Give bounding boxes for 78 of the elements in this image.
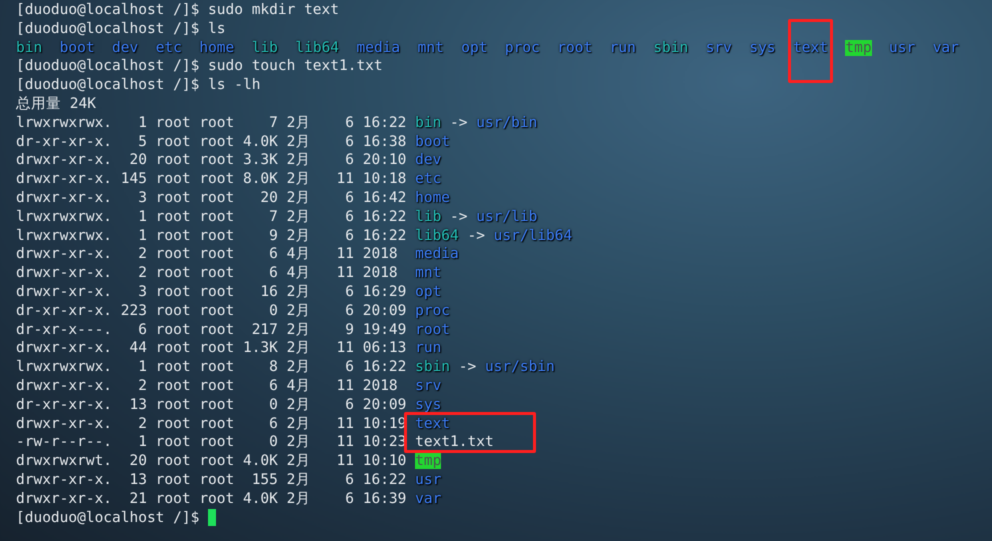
file-name: bin xyxy=(16,40,42,56)
file-name: opt xyxy=(415,284,442,300)
shell-prompt: [duoduo@localhost /]$ xyxy=(16,20,200,39)
file-name: lib xyxy=(252,40,278,56)
file-name: dev xyxy=(112,40,138,56)
shell-prompt: [duoduo@localhost /]$ xyxy=(16,76,200,95)
file-name: media xyxy=(415,246,459,262)
file-name: sys xyxy=(415,396,442,413)
file-name: run xyxy=(610,40,636,56)
file-name: boot xyxy=(415,134,450,150)
file-name: var xyxy=(932,40,959,56)
file-details: drwxr-xr-x. 21 root root 4.0K 2月 6 16:39 xyxy=(16,490,406,509)
file-details: drwxr-xr-x. 145 root root 8.0K 2月 11 10:18 xyxy=(16,170,406,189)
shell-prompt: [duoduo@localhost /]$ xyxy=(16,57,200,76)
file-name: sbin xyxy=(653,40,688,56)
file-details: drwxr-xr-x. 13 root root 155 2月 6 16:22 xyxy=(16,470,406,490)
file-name: bin xyxy=(415,114,442,131)
file-details: drwxr-xr-x. 44 root root 1.3K 2月 11 06:13 xyxy=(16,339,406,358)
file-details: drwxrwxrwt. 20 root root 4.0K 2月 11 10:10 xyxy=(16,452,406,471)
command-text: ls -lh xyxy=(208,76,260,95)
file-details: lrwxrwxrwx. 1 root root 7 2月 6 16:22 xyxy=(16,114,406,133)
file-name: tmp xyxy=(845,40,872,56)
file-name: home xyxy=(199,40,234,56)
command-text: sudo mkdir text xyxy=(208,1,339,20)
command-text: sudo touch text1.txt xyxy=(208,57,383,76)
file-name: srv xyxy=(706,40,732,56)
link-target: usr/bin xyxy=(476,114,538,131)
file-details: drwxr-xr-x. 2 root root 6 4月 11 2018 xyxy=(16,245,399,264)
shell-prompt: [duoduo@localhost /]$ xyxy=(16,1,200,20)
file-details: lrwxrwxrwx. 1 root root 8 2月 6 16:22 xyxy=(16,358,406,377)
file-name: text xyxy=(415,416,450,432)
link-target: usr/lib64 xyxy=(494,228,572,244)
file-name: lib64 xyxy=(295,40,340,56)
file-name: text1.txt xyxy=(415,434,494,450)
file-name: lib xyxy=(415,208,442,225)
file-name: usr xyxy=(415,472,442,488)
file-name: proc xyxy=(415,302,450,319)
symlink-arrow: -> xyxy=(467,228,485,244)
file-details: drwxr-xr-x. 3 root root 16 2月 6 16:29 xyxy=(16,282,406,302)
file-details: drwxr-xr-x. 2 root root 6 4月 11 2018 xyxy=(16,376,399,396)
file-details: dr-xr-x---. 6 root root 217 2月 9 19:49 xyxy=(16,320,406,340)
file-name: tmp xyxy=(415,453,442,470)
file-details: drwxr-xr-x. 3 root root 20 2月 6 16:42 xyxy=(16,188,406,208)
file-name: lib64 xyxy=(415,228,459,244)
file-name: etc xyxy=(156,40,182,56)
file-name: boot xyxy=(60,40,95,56)
file-name: sys xyxy=(749,40,776,56)
file-name: root xyxy=(557,40,592,56)
file-name: proc xyxy=(504,40,540,56)
symlink-arrow: -> xyxy=(458,359,476,376)
symlink-arrow: -> xyxy=(450,114,468,131)
file-details: dr-xr-xr-x. 13 root root 0 2月 6 20:09 xyxy=(16,396,406,415)
command-text: ls xyxy=(208,20,226,39)
file-name: media xyxy=(356,40,400,56)
link-target: usr/lib xyxy=(476,208,538,225)
file-name: text xyxy=(793,40,828,56)
file-name: sbin xyxy=(415,359,450,376)
shell-prompt: [duoduo@localhost /]$ xyxy=(16,508,200,528)
file-name: dev xyxy=(415,152,442,168)
file-details: drwxr-xr-x. 2 root root 6 4月 11 2018 xyxy=(16,264,399,283)
file-details: drwxr-xr-x. 20 root root 3.3K 2月 6 20:10 xyxy=(16,151,406,170)
file-name: etc xyxy=(415,171,442,188)
file-name: var xyxy=(415,490,442,507)
file-name: run xyxy=(415,340,442,356)
file-name: home xyxy=(415,190,450,206)
file-details: dr-xr-xr-x. 223 root root 0 2月 6 20:09 xyxy=(16,302,406,321)
file-name: opt xyxy=(461,40,488,56)
file-name: mnt xyxy=(415,265,442,282)
file-name: srv xyxy=(415,378,442,394)
file-details: dr-xr-xr-x. 5 root root 4.0K 2月 6 16:38 xyxy=(16,132,406,152)
link-target: usr/sbin xyxy=(484,359,555,376)
symlink-arrow: -> xyxy=(450,208,468,225)
file-name: mnt xyxy=(418,40,444,56)
file-details: lrwxrwxrwx. 1 root root 9 2月 6 16:22 xyxy=(16,226,406,246)
file-details: lrwxrwxrwx. 1 root root 7 2月 6 16:22 xyxy=(16,208,406,227)
total-size-text: 总用量 24K xyxy=(16,94,96,114)
file-name: usr xyxy=(889,40,916,56)
file-name: root xyxy=(415,322,450,338)
